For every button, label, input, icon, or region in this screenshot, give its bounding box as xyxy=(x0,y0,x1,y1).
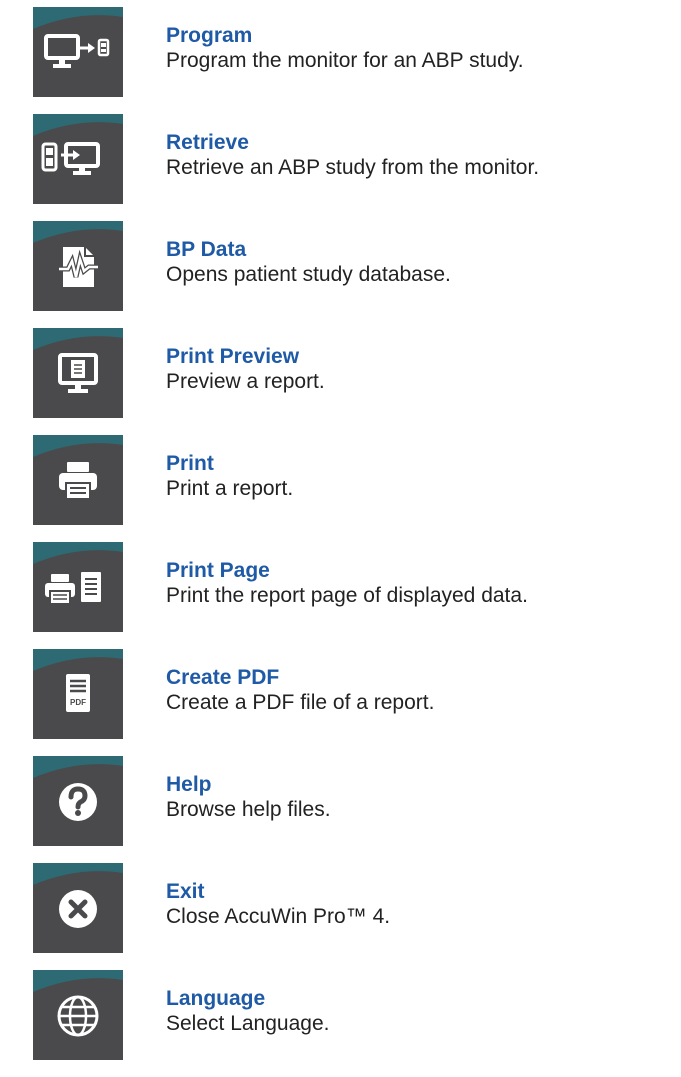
tile[interactable] xyxy=(33,328,123,418)
item-title: Print Page xyxy=(166,559,270,582)
item-title: Help xyxy=(166,773,212,796)
monitor-document-icon xyxy=(58,353,98,393)
printer-icon xyxy=(59,462,97,500)
item-description: Browse help files. xyxy=(166,798,331,821)
tile[interactable] xyxy=(33,542,123,632)
tile[interactable] xyxy=(33,435,123,525)
button-language[interactable]: Language Select Language. xyxy=(33,970,673,1060)
item-description: Close AccuWin Pro™ 4. xyxy=(166,905,391,928)
item-title: Create PDF xyxy=(166,666,280,689)
tile[interactable] xyxy=(33,221,123,311)
tile[interactable] xyxy=(33,756,123,846)
button-help[interactable]: Help Browse help files. xyxy=(33,756,673,846)
close-circle-icon xyxy=(59,890,97,928)
tile[interactable] xyxy=(33,863,123,953)
item-title: Exit xyxy=(166,880,205,903)
globe-icon xyxy=(57,995,99,1037)
item-description: Create a PDF file of a report. xyxy=(166,691,435,714)
item-description: Program the monitor for an ABP study. xyxy=(166,49,524,72)
item-description: Print a report. xyxy=(166,477,294,500)
printer-page-icon xyxy=(45,572,101,605)
button-print[interactable]: Print Print a report. xyxy=(33,435,673,525)
pdf-document-icon: PDF xyxy=(66,674,90,712)
item-title: Language xyxy=(166,987,266,1010)
tile[interactable]: PDF xyxy=(33,649,123,739)
button-program[interactable]: Program Program the monitor for an ABP s… xyxy=(33,7,673,97)
item-title: Print xyxy=(166,452,214,475)
pdf-label: PDF xyxy=(70,698,86,707)
button-print-page[interactable]: Print Page Print the report page of disp… xyxy=(33,542,673,632)
button-retrieve[interactable]: Retrieve Retrieve an ABP study from the … xyxy=(33,114,673,204)
item-title: Retrieve xyxy=(166,131,249,154)
button-print-preview[interactable]: Print Preview Preview a report. xyxy=(33,328,673,418)
item-description: Opens patient study database. xyxy=(166,263,451,286)
item-title: Print Preview xyxy=(166,345,300,368)
tile[interactable] xyxy=(33,7,123,97)
item-description: Retrieve an ABP study from the monitor. xyxy=(166,156,540,179)
monitor-to-device-icon xyxy=(44,34,110,68)
item-description: Print the report page of displayed data. xyxy=(166,584,528,607)
item-description: Preview a report. xyxy=(166,370,325,393)
button-bp-data[interactable]: BP Data Opens patient study database. xyxy=(33,221,673,311)
button-create-pdf[interactable]: PDF Create PDF Create a PDF file of a re… xyxy=(33,649,673,739)
item-title: BP Data xyxy=(166,238,247,261)
device-to-monitor-icon xyxy=(41,142,100,175)
tile[interactable] xyxy=(33,114,123,204)
button-exit[interactable]: Exit Close AccuWin Pro™ 4. xyxy=(33,863,673,953)
item-title: Program xyxy=(166,24,253,47)
tile[interactable] xyxy=(33,970,123,1060)
waveform-document-icon xyxy=(59,247,98,287)
question-icon xyxy=(59,783,97,821)
item-description: Select Language. xyxy=(166,1012,330,1035)
